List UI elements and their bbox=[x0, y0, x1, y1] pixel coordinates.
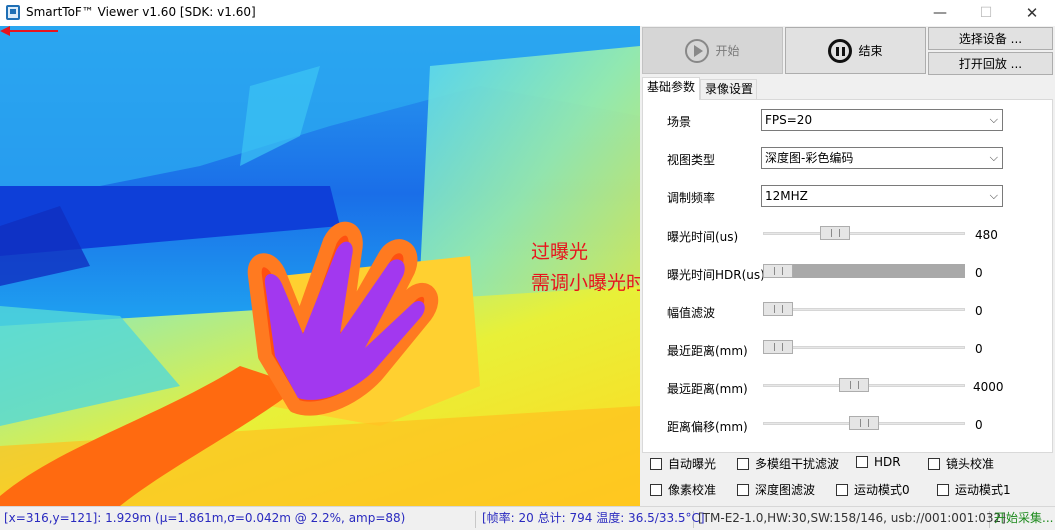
slider-thumb[interactable] bbox=[839, 378, 869, 392]
exposure-time-slider[interactable] bbox=[763, 226, 965, 240]
motion-mode0-checkbox[interactable]: 运动模式0 bbox=[836, 481, 910, 498]
chevron-down-icon: ⌵ bbox=[989, 113, 998, 126]
checkbox-box[interactable] bbox=[737, 483, 749, 496]
frame-info: [帧率: 20 总计: 794 温度: 36.5/33.5°C] bbox=[478, 511, 705, 528]
chevron-down-icon: ⌵ bbox=[989, 151, 998, 164]
device-info: [TM-E2-1.0,HW:30,SW:158/146, usb://001:0… bbox=[694, 511, 1006, 528]
slider-thumb[interactable] bbox=[763, 340, 793, 354]
checkbox-label: HDR bbox=[874, 455, 901, 469]
scene-select-value: FPS=20 bbox=[765, 113, 813, 127]
distance-offset-slider[interactable] bbox=[763, 416, 965, 430]
open-playback-button[interactable]: 打开回放 ... bbox=[928, 52, 1053, 75]
close-button[interactable]: ✕ bbox=[1009, 0, 1055, 26]
max-distance-slider[interactable] bbox=[763, 378, 965, 392]
pause-icon bbox=[828, 38, 853, 63]
mod-freq-select[interactable]: 12MHZ ⌵ bbox=[761, 185, 1003, 207]
checkbox-label: 自动曝光 bbox=[668, 457, 717, 471]
checkbox-box[interactable] bbox=[737, 457, 749, 470]
maximize-button[interactable]: ☐ bbox=[963, 0, 1009, 26]
checkbox-label: 镜头校准 bbox=[946, 457, 995, 471]
exposure-hdr-value: 0 bbox=[975, 266, 983, 280]
min-distance-label: 最近距离(mm) bbox=[667, 344, 748, 358]
app-icon bbox=[6, 5, 20, 20]
checkbox-label: 深度图滤波 bbox=[755, 483, 816, 497]
window-title: SmartToF™ Viewer v1.60 [SDK: v1.60] bbox=[26, 5, 256, 19]
slider-thumb[interactable] bbox=[820, 226, 850, 240]
amplitude-filter-slider[interactable] bbox=[763, 302, 965, 316]
distance-offset-label: 距离偏移(mm) bbox=[667, 420, 748, 434]
depth-filter-checkbox[interactable]: 深度图滤波 bbox=[737, 481, 815, 498]
checkbox-label: 运动模式0 bbox=[854, 483, 910, 497]
tab-record-settings[interactable]: 录像设置 bbox=[700, 79, 757, 99]
amplitude-filter-label: 幅值滤波 bbox=[667, 306, 716, 320]
slider-thumb[interactable] bbox=[849, 416, 879, 430]
max-distance-value: 4000 bbox=[973, 380, 1004, 394]
scene-label: 场景 bbox=[667, 115, 692, 129]
motion-mode1-checkbox[interactable]: 运动模式1 bbox=[937, 481, 1011, 498]
checkbox-box[interactable] bbox=[856, 456, 868, 468]
select-device-button[interactable]: 选择设备 ... bbox=[928, 27, 1053, 50]
minimize-button[interactable]: — bbox=[917, 0, 963, 26]
pixel-calibration-checkbox[interactable]: 像素校准 bbox=[650, 481, 716, 498]
exposure-advice-annotation: 需调小曝光时间 bbox=[531, 272, 640, 294]
amplitude-filter-value: 0 bbox=[975, 304, 983, 318]
exposure-hdr-label: 曝光时间HDR(us) bbox=[667, 268, 765, 282]
view-type-select-value: 深度图-彩色编码 bbox=[765, 151, 854, 165]
exposure-time-label: 曝光时间(us) bbox=[667, 230, 739, 244]
max-distance-label: 最远距离(mm) bbox=[667, 382, 748, 396]
min-distance-value: 0 bbox=[975, 342, 983, 356]
mod-freq-label: 调制频率 bbox=[667, 191, 716, 205]
view-type-label: 视图类型 bbox=[667, 153, 716, 167]
checkbox-label: 运动模式1 bbox=[955, 483, 1011, 497]
auto-exposure-checkbox[interactable]: 自动曝光 bbox=[650, 455, 716, 472]
view-type-select[interactable]: 深度图-彩色编码 ⌵ bbox=[761, 147, 1003, 169]
end-button[interactable]: 结束 bbox=[785, 27, 926, 74]
checkbox-box[interactable] bbox=[650, 483, 662, 496]
min-distance-slider[interactable] bbox=[763, 340, 965, 354]
scene-select[interactable]: FPS=20 ⌵ bbox=[761, 109, 1003, 131]
slider-track bbox=[763, 232, 965, 235]
depth-colormap-image bbox=[0, 26, 640, 506]
slider-thumb[interactable] bbox=[763, 264, 793, 278]
checkbox-label: 像素校准 bbox=[668, 483, 717, 497]
title-bar: SmartToF™ Viewer v1.60 [SDK: v1.60] — ☐ … bbox=[0, 0, 1055, 26]
checkbox-box[interactable] bbox=[836, 483, 848, 496]
start-button[interactable]: 开始 bbox=[642, 27, 783, 74]
checkbox-label: 多模组干扰滤波 bbox=[755, 457, 840, 471]
exposure-time-value: 480 bbox=[975, 228, 998, 242]
cursor-info: [x=316,y=121]: 1.929m (μ=1.861m,σ=0.042m… bbox=[0, 511, 476, 528]
checkbox-box[interactable] bbox=[937, 483, 949, 496]
slider-track bbox=[763, 308, 965, 311]
slider-track bbox=[763, 346, 965, 349]
overexposure-annotation: 过曝光 bbox=[531, 241, 589, 263]
control-panel: 开始 结束 选择设备 ... 打开回放 ... 基础参数 录像设置 场景 FPS… bbox=[640, 26, 1055, 506]
exposure-hdr-slider[interactable] bbox=[763, 264, 965, 278]
multi-module-filter-checkbox[interactable]: 多模组干扰滤波 bbox=[737, 455, 839, 472]
checkbox-box[interactable] bbox=[928, 457, 940, 470]
basic-params-page: 场景 FPS=20 ⌵ 视图类型 深度图-彩色编码 ⌵ 调制频率 12MHZ ⌵… bbox=[642, 99, 1053, 453]
run-state: 开始采集... bbox=[994, 511, 1054, 525]
play-icon bbox=[685, 38, 710, 63]
mod-freq-select-value: 12MHZ bbox=[765, 189, 808, 203]
checkbox-box[interactable] bbox=[650, 457, 662, 470]
chevron-down-icon: ⌵ bbox=[989, 189, 998, 202]
hdr-checkbox[interactable]: HDR bbox=[856, 455, 901, 469]
slider-thumb[interactable] bbox=[763, 302, 793, 316]
tab-basic-params[interactable]: 基础参数 bbox=[642, 77, 700, 100]
lens-calibration-checkbox[interactable]: 镜头校准 bbox=[928, 455, 994, 472]
distance-offset-value: 0 bbox=[975, 418, 983, 432]
status-bar: [x=316,y=121]: 1.929m (μ=1.861m,σ=0.042m… bbox=[0, 506, 1055, 530]
annotation-arrow-icon bbox=[0, 26, 58, 36]
slider-track bbox=[763, 264, 965, 278]
depth-image-view[interactable]: 过曝光 需调小曝光时间 bbox=[0, 26, 640, 506]
start-button-label: 开始 bbox=[715, 44, 740, 58]
end-button-label: 结束 bbox=[858, 44, 883, 58]
